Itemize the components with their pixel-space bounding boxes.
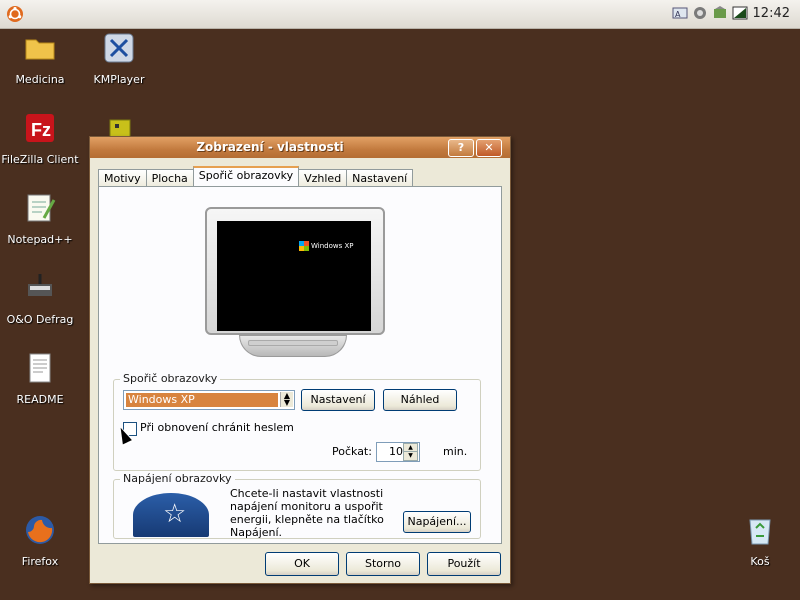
defrag-icon: [28, 274, 52, 296]
svg-text:Fz: Fz: [31, 120, 51, 140]
hidden-app-icon[interactable]: [108, 116, 132, 138]
update-icon[interactable]: [712, 5, 728, 21]
document-icon: [29, 353, 51, 383]
desktop-icon-firefox[interactable]: Firefox: [0, 514, 80, 568]
desktop-icon-readme[interactable]: README: [0, 352, 80, 406]
svg-text:A: A: [675, 10, 681, 19]
dialog-title: Zobrazení - vlastnosti: [196, 140, 344, 154]
system-tray: A: [672, 5, 748, 21]
wait-unit-label: min.: [443, 445, 468, 458]
desktop-icon-label: README: [16, 393, 64, 406]
desktop-icon-trash[interactable]: Koš: [720, 514, 800, 568]
screen-preview: Windows XP: [217, 221, 371, 331]
desktop-icon-label: Medicina: [15, 73, 65, 86]
monitor-preview: Windows XP: [205, 207, 385, 335]
dropdown-arrows-icon[interactable]: ▲ ▼: [280, 392, 293, 407]
recycle-bin-icon: [749, 519, 771, 545]
desktop-icon-defrag[interactable]: O&O Defrag: [0, 272, 80, 326]
battery-icon[interactable]: [732, 5, 748, 21]
screensaver-selected-value: Windows XP: [126, 393, 278, 407]
spin-down-icon[interactable]: ▼: [403, 451, 418, 461]
ok-button[interactable]: OK: [265, 552, 339, 576]
desktop-icon-medicina[interactable]: Medicina: [0, 32, 80, 86]
top-panel: A 12:42: [0, 0, 800, 29]
desktop-icon-label: FileZilla Client: [1, 153, 79, 166]
windows-flag-icon: [299, 241, 309, 251]
desktop-icon-label: Firefox: [21, 555, 59, 568]
wait-minutes-value: 10: [389, 445, 403, 458]
firefox-icon: [26, 516, 54, 544]
tab-strip: Motivy Plocha Spořič obrazovky Vzhled Na…: [98, 166, 414, 190]
network-icon[interactable]: [692, 5, 708, 21]
folder-icon: [25, 39, 55, 60]
energy-star-logo: ☆: [133, 493, 209, 537]
desktop-icon-label: Notepad++: [7, 233, 73, 246]
desktop-icon-label: Koš: [750, 555, 770, 568]
title-bar[interactable]: Zobrazení - vlastnosti ? ✕: [90, 137, 510, 158]
kmplayer-icon: [104, 33, 134, 63]
desktop-icon-notepad[interactable]: Notepad++: [0, 192, 80, 246]
keyboard-layout-icon[interactable]: A: [672, 5, 688, 21]
desktop-icon-filezilla[interactable]: Fz FileZilla Client: [0, 112, 80, 166]
password-checkbox-label: Při obnovení chránit heslem: [140, 421, 294, 434]
windows-brand: Windows XP: [311, 242, 354, 250]
apply-button[interactable]: Použít: [427, 552, 501, 576]
power-description: Chcete-li nastavit vlastnosti napájení m…: [230, 487, 384, 539]
wait-minutes-stepper[interactable]: 10 ▲ ▼: [376, 442, 420, 462]
wait-label: Počkat:: [332, 445, 372, 458]
desktop-icon-label: O&O Defrag: [6, 313, 74, 326]
desktop-icon-kmplayer[interactable]: KMPlayer: [79, 32, 159, 86]
power-group-title: Napájení obrazovky: [120, 472, 235, 485]
help-button[interactable]: ?: [448, 139, 474, 157]
close-button[interactable]: ✕: [476, 139, 502, 157]
screensaver-preview-button[interactable]: Náhled: [383, 389, 457, 411]
screensaver-settings-button[interactable]: Nastavení: [301, 389, 375, 411]
desktop-icon-label: KMPlayer: [93, 73, 145, 86]
clock[interactable]: 12:42: [753, 6, 790, 21]
monitor-stand: [239, 335, 347, 357]
screensaver-tab-panel: Windows XP Spořič obrazovky Windows XP ▲…: [98, 186, 502, 544]
screensaver-select[interactable]: Windows XP ▲ ▼: [123, 390, 295, 410]
star-icon: ☆: [163, 499, 187, 529]
screensaver-group-title: Spořič obrazovky: [120, 372, 221, 385]
power-button[interactable]: Napájení...: [403, 511, 471, 533]
display-properties-dialog: Zobrazení - vlastnosti ? ✕ Motivy Plocha…: [89, 136, 511, 584]
windows-logo: Windows XP: [299, 241, 354, 251]
filezilla-icon: Fz: [26, 114, 54, 142]
notepad-icon: [27, 194, 56, 222]
ubuntu-menu-icon[interactable]: [6, 5, 24, 23]
cancel-button[interactable]: Storno: [346, 552, 420, 576]
